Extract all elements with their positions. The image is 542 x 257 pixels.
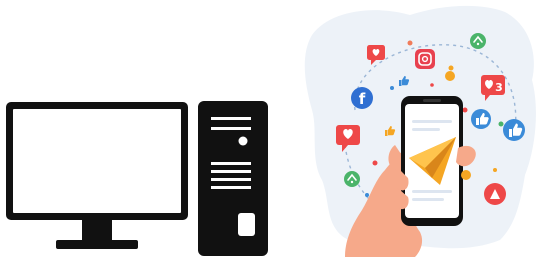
thumbs-up-icon bbox=[471, 109, 491, 129]
pc-tower-icon bbox=[198, 101, 268, 256]
svg-text:f: f bbox=[359, 90, 366, 108]
instagram-icon bbox=[415, 49, 435, 69]
share-icon bbox=[470, 33, 486, 49]
thumbs-up-icon bbox=[503, 119, 525, 141]
play-icon bbox=[484, 183, 506, 205]
illustration: f 3 bbox=[6, 5, 536, 257]
computer-monitor-icon bbox=[6, 102, 188, 249]
facebook-icon: f bbox=[351, 87, 373, 109]
heart-count-badge: 3 bbox=[495, 81, 503, 94]
share-icon bbox=[344, 171, 360, 187]
